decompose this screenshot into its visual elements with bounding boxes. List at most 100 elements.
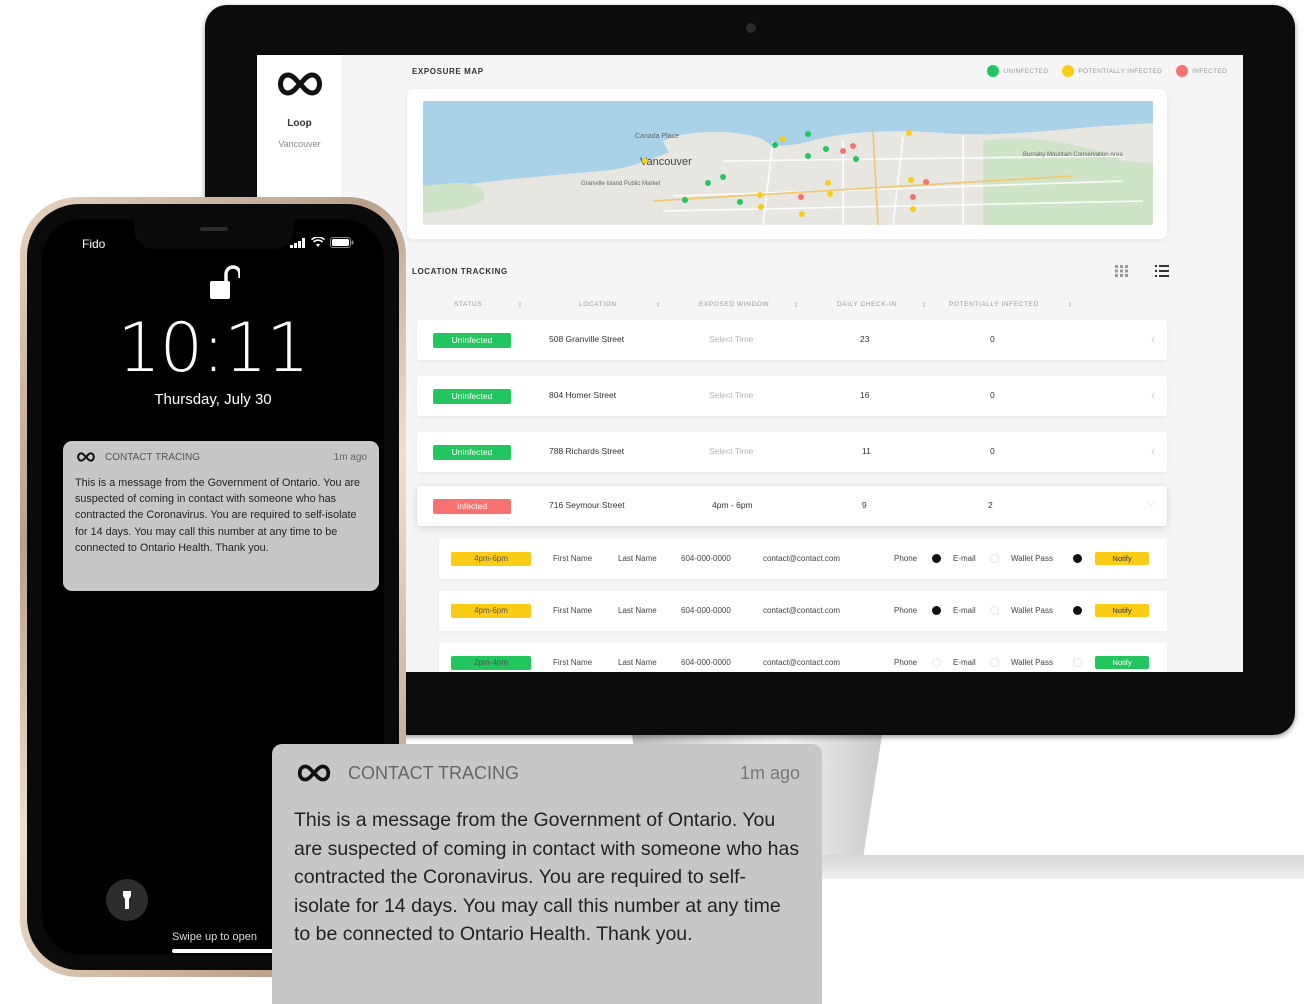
contact-email: contact@contact.com bbox=[763, 606, 841, 615]
notification-card-enlarged[interactable]: CONTACT TRACING 1m ago This is a message… bbox=[272, 744, 822, 1004]
column-header-potentially-infected[interactable]: POTENTIALLY INFECTED bbox=[949, 301, 1039, 308]
wifi-icon bbox=[311, 237, 325, 247]
legend-item-potentially-infected: POTENTIALLY INFECTED bbox=[1062, 65, 1162, 77]
loop-logo-icon bbox=[77, 452, 95, 462]
stage: Loop Vancouver EXPOSURE MAP UNINFECTED P… bbox=[0, 0, 1304, 1004]
wallet-radio[interactable] bbox=[1073, 554, 1082, 563]
sort-icon[interactable]: ⇕ bbox=[1067, 301, 1072, 309]
map-legend: UNINFECTED POTENTIALLY INFECTED INFECTED bbox=[987, 65, 1227, 77]
grid-view-icon[interactable] bbox=[1115, 265, 1129, 277]
email-radio[interactable] bbox=[990, 554, 999, 563]
chevron-left-icon[interactable]: ‹ bbox=[1151, 444, 1155, 458]
exposed-window-select[interactable]: Select Time bbox=[709, 446, 753, 456]
column-header-daily-check-in[interactable]: DAILY CHECK-IN bbox=[837, 301, 897, 308]
notification-card[interactable]: CONTACT TRACING 1m ago This is a message… bbox=[63, 441, 379, 591]
column-header-location[interactable]: LOCATION bbox=[579, 301, 617, 308]
sort-icon[interactable]: ⇕ bbox=[921, 301, 926, 309]
status-badge: Uninfected bbox=[433, 333, 511, 348]
monitor-stand-base bbox=[760, 855, 1304, 879]
email-radio[interactable] bbox=[990, 658, 999, 667]
map-label-canada-place: Canada Place bbox=[635, 133, 679, 140]
checkin-cell: 11 bbox=[862, 446, 871, 456]
exposed-window-select[interactable]: 4pm - 6pm bbox=[712, 500, 753, 510]
legend-dot bbox=[1062, 65, 1075, 77]
app-city: Vancouver bbox=[278, 139, 321, 149]
map-label-granville-island: Granville Island Public Market bbox=[581, 181, 661, 187]
exposure-map-card: Vancouver Canada Place Granville Island … bbox=[407, 89, 1167, 239]
location-row[interactable]: Uninfected 508 Granville Street Select T… bbox=[417, 320, 1167, 360]
chevron-left-icon[interactable]: ‹ bbox=[1151, 332, 1155, 346]
column-header-status[interactable]: STATUS bbox=[454, 301, 482, 308]
view-toggle bbox=[1115, 265, 1169, 277]
legend-dot bbox=[987, 65, 1000, 77]
legend-label: UNINFECTED bbox=[1003, 67, 1049, 75]
email-option-label: E-mail bbox=[953, 658, 976, 667]
wallet-radio[interactable] bbox=[1073, 658, 1082, 667]
contact-first-name: First Name bbox=[553, 606, 593, 615]
contact-email: contact@contact.com bbox=[763, 658, 841, 667]
lock-screen-time: 10:11 bbox=[117, 309, 310, 388]
battery-icon bbox=[330, 237, 354, 248]
status-icons bbox=[290, 237, 354, 248]
list-view-icon[interactable] bbox=[1155, 265, 1169, 277]
contact-window-badge: 4pm-6pm bbox=[451, 552, 531, 566]
contact-last-name: Last Name bbox=[618, 606, 657, 615]
contact-phone-number: 604-000-0000 bbox=[681, 658, 731, 667]
contact-last-name: Last Name bbox=[618, 658, 657, 667]
phone-notch bbox=[134, 219, 294, 249]
potentially-infected-cell: 0 bbox=[990, 390, 995, 400]
location-row[interactable]: Uninfected 804 Homer Street Select Time … bbox=[417, 376, 1167, 416]
map-canvas: Vancouver Canada Place Granville Island … bbox=[423, 101, 1153, 225]
wallet-radio[interactable] bbox=[1073, 606, 1082, 615]
contact-last-name: Last Name bbox=[618, 554, 657, 563]
notify-button[interactable]: Notify bbox=[1095, 604, 1149, 617]
notification-body: This is a message from the Government of… bbox=[294, 809, 800, 946]
checkin-cell: 16 bbox=[860, 390, 870, 400]
status-badge: Infected bbox=[433, 499, 511, 514]
notification-time: 1m ago bbox=[739, 762, 800, 783]
loop-logo-icon[interactable] bbox=[274, 69, 326, 99]
location-tracking-title: LOCATION TRACKING bbox=[412, 267, 508, 276]
legend-dot bbox=[1176, 65, 1189, 77]
exposure-map[interactable]: Vancouver Canada Place Granville Island … bbox=[423, 101, 1153, 225]
sort-icon[interactable]: ⇕ bbox=[793, 301, 798, 309]
contact-row: 4pm-6pm First Name Last Name 604-000-000… bbox=[439, 591, 1167, 631]
notification-header: CONTACT TRACING 1m ago bbox=[294, 762, 800, 784]
phone-option-label: Phone bbox=[894, 554, 918, 563]
location-row-expanded[interactable]: Infected 716 Seymour Street 4pm - 6pm 9 … bbox=[417, 486, 1167, 526]
chevron-left-icon[interactable]: ‹ bbox=[1151, 388, 1155, 402]
notify-button[interactable]: Notify bbox=[1095, 656, 1149, 669]
column-header-exposed-window[interactable]: EXPOSED WINDOW bbox=[699, 301, 769, 308]
speaker bbox=[200, 227, 228, 231]
exposed-window-select[interactable]: Select Time bbox=[709, 390, 753, 400]
wallet-option-label: Wallet Pass bbox=[1011, 658, 1053, 667]
phone-option-label: Phone bbox=[894, 606, 918, 615]
location-cell: 508 Granville Street bbox=[549, 334, 625, 344]
email-radio[interactable] bbox=[990, 606, 999, 615]
phone-radio[interactable] bbox=[932, 658, 941, 667]
notify-button[interactable]: Notify bbox=[1095, 552, 1149, 565]
contact-row: 2pm-4pm First Name Last Name 604-000-000… bbox=[439, 643, 1167, 672]
sort-icon[interactable]: ⇕ bbox=[655, 301, 660, 309]
contact-phone-number: 604-000-0000 bbox=[681, 606, 731, 615]
flashlight-icon bbox=[123, 891, 131, 909]
chevron-down-icon[interactable]: ⌵ bbox=[1147, 498, 1155, 509]
carrier-label: Fido bbox=[82, 237, 106, 251]
exposed-window-select[interactable]: Select Time bbox=[709, 334, 753, 344]
webcam bbox=[746, 23, 756, 33]
email-option-label: E-mail bbox=[953, 606, 976, 615]
sort-icon[interactable]: ⇕ bbox=[517, 301, 522, 309]
phone-radio[interactable] bbox=[932, 554, 941, 563]
legend-label: POTENTIALLY INFECTED bbox=[1078, 67, 1163, 75]
status-badge: Uninfected bbox=[433, 445, 511, 460]
location-cell: 804 Homer Street bbox=[549, 390, 617, 400]
contact-email: contact@contact.com bbox=[763, 554, 841, 563]
location-row[interactable]: Uninfected 788 Richards Street Select Ti… bbox=[417, 432, 1167, 472]
map-label-burnaby: Burnaby Mountain Conservation Area bbox=[1023, 152, 1123, 158]
contact-first-name: First Name bbox=[553, 658, 593, 667]
app-name: Loop bbox=[287, 118, 312, 129]
contact-phone-number: 604-000-0000 bbox=[681, 554, 731, 563]
flashlight-button[interactable] bbox=[106, 879, 148, 921]
phone-radio[interactable] bbox=[932, 606, 941, 615]
legend-item-uninfected: UNINFECTED bbox=[987, 65, 1048, 77]
